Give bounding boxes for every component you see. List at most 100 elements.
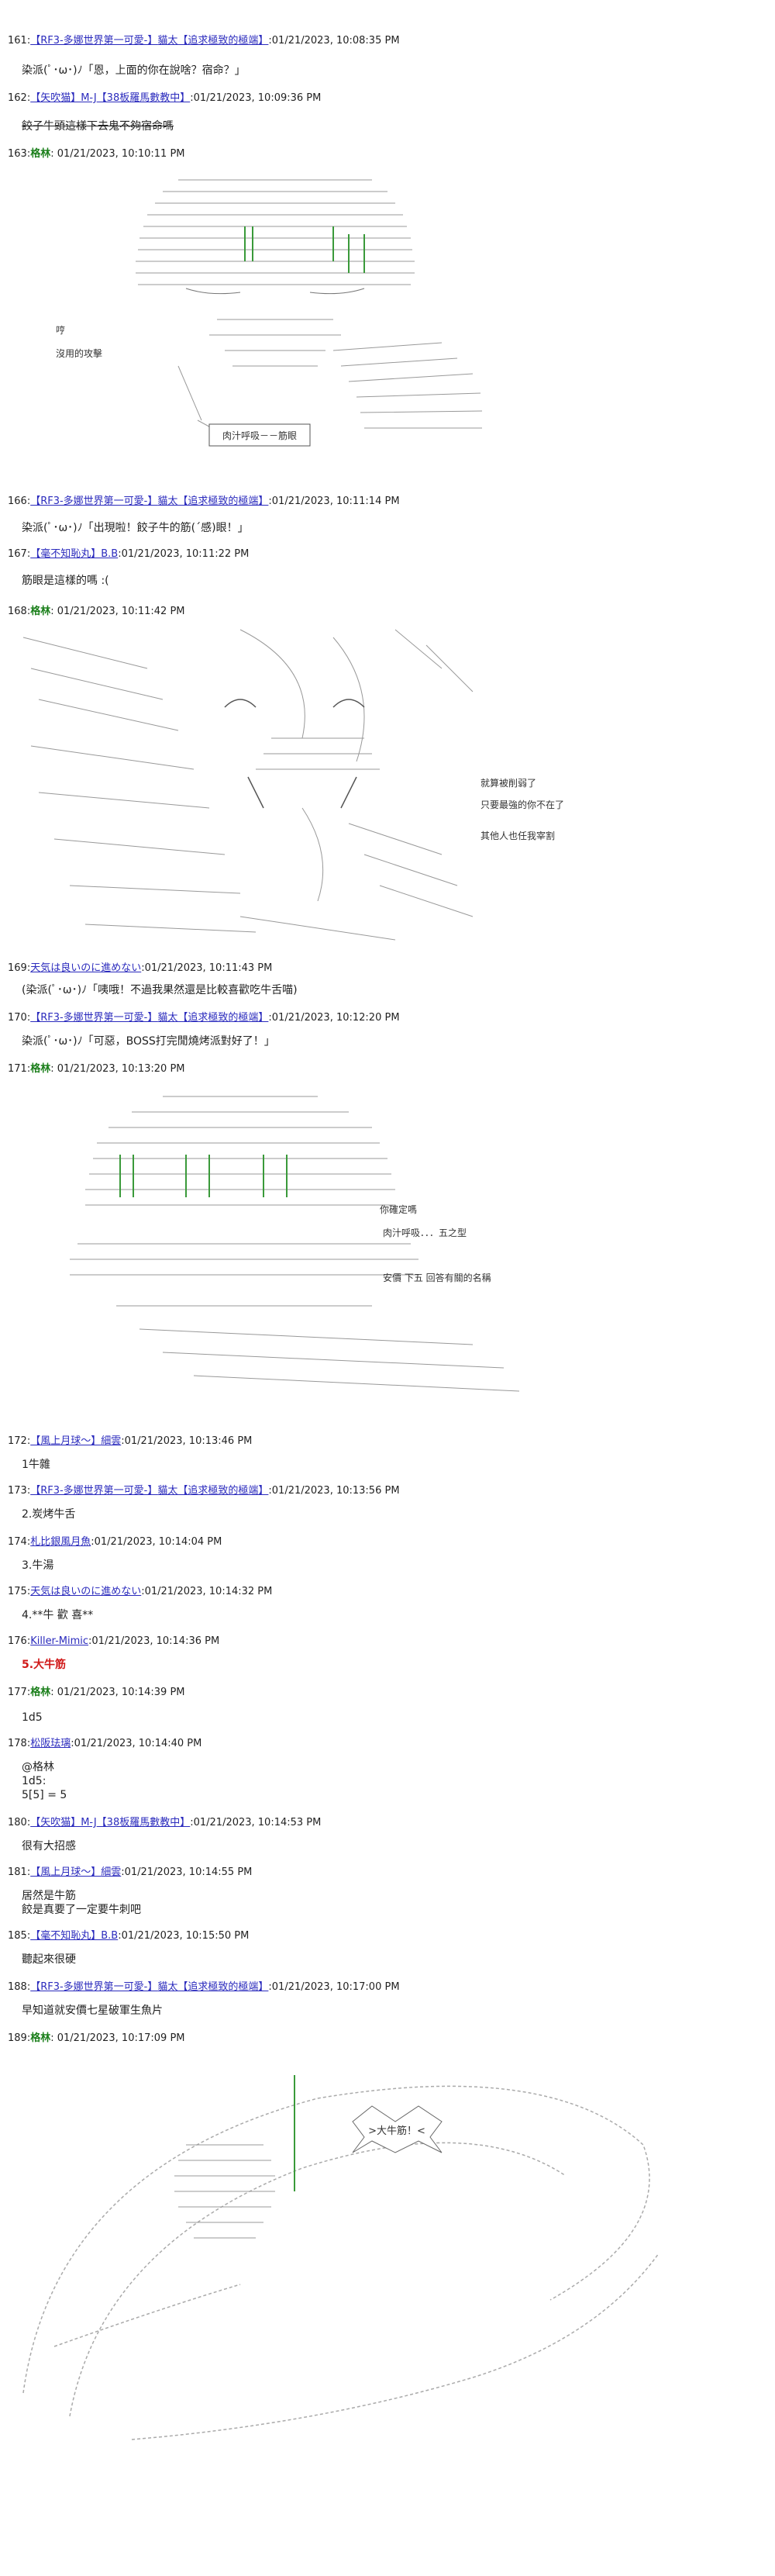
post: 168:格林: 01/21/2023, 10:11:42 PM 就算被削弱了 只…: [8, 605, 767, 941]
ascii-art-caption: 就算被削弱了: [480, 778, 537, 789]
post-date: :01/21/2023, 10:14:32 PM: [141, 1586, 273, 1597]
post-author-tag[interactable]: 細雲: [101, 1435, 121, 1447]
post-body: 居然是牛筋 餃是真要了一定要牛刺吧: [22, 1890, 141, 1916]
post: 177:格林: 01/21/2023, 10:14:39 PM 1d5: [8, 1686, 767, 1724]
post-date: : 01/21/2023, 10:17:09 PM: [50, 2032, 185, 2044]
post-number: 181:: [8, 1866, 31, 1878]
post: 167:【毫不知恥丸】B.B:01/21/2023, 10:11:22 PM 筋…: [8, 547, 767, 587]
ascii-art-caption: 安價 下五 回答有關的名稱: [383, 1272, 491, 1283]
post-date: :01/21/2023, 10:08:35 PM: [268, 35, 400, 47]
post: 188:【RF3-多娜世界第一可愛-】貓太【追求極致的極端】:01/21/202…: [8, 1980, 767, 2017]
post-number: 185:: [8, 1930, 31, 1942]
post-author[interactable]: 格林: [30, 2032, 50, 2044]
post-date: :01/21/2023, 10:14:36 PM: [88, 1635, 220, 1647]
post: 180:【矢吹猫】M-J【38板羅馬數教中】:01/21/2023, 10:14…: [8, 1816, 767, 1853]
post-author-tag[interactable]: 貓太【追求極致的極端】: [157, 1012, 268, 1024]
post: 178:松阪珐璃:01/21/2023, 10:14:40 PM @格林 1d5…: [8, 1737, 767, 1801]
post-author[interactable]: 【矢吹猫】M-J: [30, 92, 96, 104]
post-number: 163:: [8, 148, 31, 160]
post-date: :01/21/2023, 10:14:04 PM: [91, 1536, 222, 1548]
post-body: 很有大招感: [22, 1840, 76, 1853]
post-author[interactable]: 【RF3-多娜世界第一可愛-】: [30, 35, 157, 47]
ascii-art-character: [70, 1096, 520, 1392]
post-author[interactable]: 格林: [30, 1687, 50, 1698]
post-author-tag[interactable]: 貓太【追求極致的極端】: [157, 1485, 268, 1497]
post-author[interactable]: 【RF3-多娜世界第一可愛-】: [30, 1981, 157, 1993]
post-body: 染派(ﾟ･ω･)ﾉ「出現啦！餃子牛的筋(ˊ感)眼！」: [22, 522, 249, 534]
post-date: : 01/21/2023, 10:10:11 PM: [50, 148, 185, 160]
post-author[interactable]: 天気は良いのに進めない: [30, 962, 141, 974]
post: 161:【RF3-多娜世界第一可愛-】貓太【追求極致的極端】:01/21/202…: [8, 34, 767, 77]
post: 162:【矢吹猫】M-J【38板羅馬數教中】:01/21/2023, 10:09…: [8, 92, 767, 133]
post: 169:天気は良いのに進めない:01/21/2023, 10:11:43 PM …: [8, 962, 767, 996]
post-date: :01/21/2023, 10:09:36 PM: [190, 92, 322, 104]
post-author[interactable]: 松阪珐璃: [30, 1738, 71, 1749]
post-body: @格林 1d5: 5[5] = 5: [22, 1761, 67, 1801]
post-author-tag[interactable]: 貓太【追求極致的極端】: [157, 35, 268, 47]
post-number: 177:: [8, 1687, 31, 1698]
post-body: 染派(ﾟ･ω･)ﾉ「恩，上面的你在說啥？宿命？」: [22, 64, 246, 77]
post-number: 172:: [8, 1435, 31, 1447]
post: 173:【RF3-多娜世界第一可愛-】貓太【追求極致的極端】:01/21/202…: [8, 1484, 767, 1521]
post-number: 176:: [8, 1635, 31, 1647]
post-author[interactable]: 格林: [30, 1063, 50, 1075]
ascii-art-caption: 其他人也任我宰割: [480, 830, 556, 841]
post-author[interactable]: 格林: [30, 606, 50, 617]
ascii-art-character: 肉汁呼吸－－筋眼: [136, 179, 483, 447]
post-number: 189:: [8, 2032, 31, 2044]
post-body: 2.炭烤牛舌: [22, 1508, 76, 1521]
post-author[interactable]: 天気は良いのに進めない: [30, 1586, 141, 1597]
post-date: : 01/21/2023, 10:13:20 PM: [50, 1063, 185, 1075]
post-author[interactable]: 【毫不知恥丸】B.B: [30, 1930, 118, 1942]
post-author-tag[interactable]: 貓太【追求極致的極端】: [157, 1981, 268, 1993]
post-author[interactable]: 【風上月球～】: [30, 1435, 101, 1447]
post-date: :01/21/2023, 10:11:43 PM: [141, 962, 273, 974]
speech-bubble: 肉汁呼吸－－筋眼: [222, 430, 297, 441]
post-author[interactable]: 【RF3-多娜世界第一可愛-】: [30, 1012, 157, 1024]
post-number: 162:: [8, 92, 31, 104]
post-body: 筋眼是這樣的嗎 :(: [22, 575, 109, 587]
ascii-art-character: >大牛筋！<: [22, 2075, 660, 2440]
post-number: 178:: [8, 1738, 31, 1749]
post-number: 169:: [8, 962, 31, 974]
ascii-art-caption: 你確定嗎: [380, 1204, 418, 1215]
post: 172:【風上月球～】細雲:01/21/2023, 10:13:46 PM 1牛…: [8, 1435, 767, 1471]
post-author[interactable]: 【毫不知恥丸】B.B: [30, 548, 118, 560]
post-author[interactable]: Killer-Mimic: [30, 1635, 88, 1647]
post-author-tag[interactable]: 【38板羅馬數教中】: [97, 92, 191, 104]
post-date: :01/21/2023, 10:12:20 PM: [268, 1012, 400, 1024]
post-number: 188:: [8, 1981, 31, 1993]
post: 171:格林: 01/21/2023, 10:13:20 PM 你確定嗎 肉汁呼…: [8, 1062, 767, 1392]
post-body: 5.大牛筋: [22, 1659, 67, 1671]
post: 170:【RF3-多娜世界第一可愛-】貓太【追求極致的極端】:01/21/202…: [8, 1011, 767, 1048]
post-date: :01/21/2023, 10:15:50 PM: [118, 1930, 250, 1942]
post-number: 166:: [8, 496, 31, 507]
post-number: 180:: [8, 1817, 31, 1828]
post-number: 174:: [8, 1536, 31, 1548]
post-date: :01/21/2023, 10:13:56 PM: [268, 1485, 400, 1497]
post-body: 早知道就安價七星破軍生魚片: [22, 2005, 163, 2017]
post-author[interactable]: 【矢吹猫】M-J: [30, 1817, 96, 1828]
post-author-tag[interactable]: 貓太【追求極致的極端】: [157, 496, 268, 507]
post-date: :01/21/2023, 10:14:55 PM: [121, 1866, 253, 1878]
post-author[interactable]: 格林: [30, 148, 50, 160]
speech-bubble: >大牛筋！<: [368, 2125, 425, 2137]
post-author-tag[interactable]: 【38板羅馬數教中】: [97, 1817, 191, 1828]
post-number: 175:: [8, 1586, 31, 1597]
ascii-art-caption: 只要最強的你不在了: [480, 799, 565, 810]
post: 174:札比銀風月魚:01/21/2023, 10:14:04 PM 3.牛湯: [8, 1535, 767, 1572]
post-author[interactable]: 【RF3-多娜世界第一可愛-】: [30, 496, 157, 507]
post-author[interactable]: 【風上月球～】: [30, 1866, 101, 1878]
post-date: :01/21/2023, 10:14:40 PM: [71, 1738, 202, 1749]
post-date: :01/21/2023, 10:17:00 PM: [268, 1981, 400, 1993]
post: 189:格林: 01/21/2023, 10:17:09 PM >大牛筋！<: [8, 2032, 767, 2440]
post-author[interactable]: 【RF3-多娜世界第一可愛-】: [30, 1485, 157, 1497]
post: 166:【RF3-多娜世界第一可愛-】貓太【追求極致的極端】:01/21/202…: [8, 495, 767, 534]
post-date: :01/21/2023, 10:11:22 PM: [118, 548, 250, 560]
post-body: 1牛雜: [22, 1459, 50, 1471]
post-body: 3.牛湯: [22, 1559, 54, 1572]
post: 163:格林: 01/21/2023, 10:10:11 PM 肉汁呼吸－－筋眼…: [8, 147, 767, 447]
post-author-tag[interactable]: 細雲: [101, 1866, 121, 1878]
post-author[interactable]: 札比銀風月魚: [30, 1536, 91, 1548]
post: 185:【毫不知恥丸】B.B:01/21/2023, 10:15:50 PM 聽…: [8, 1929, 767, 1966]
